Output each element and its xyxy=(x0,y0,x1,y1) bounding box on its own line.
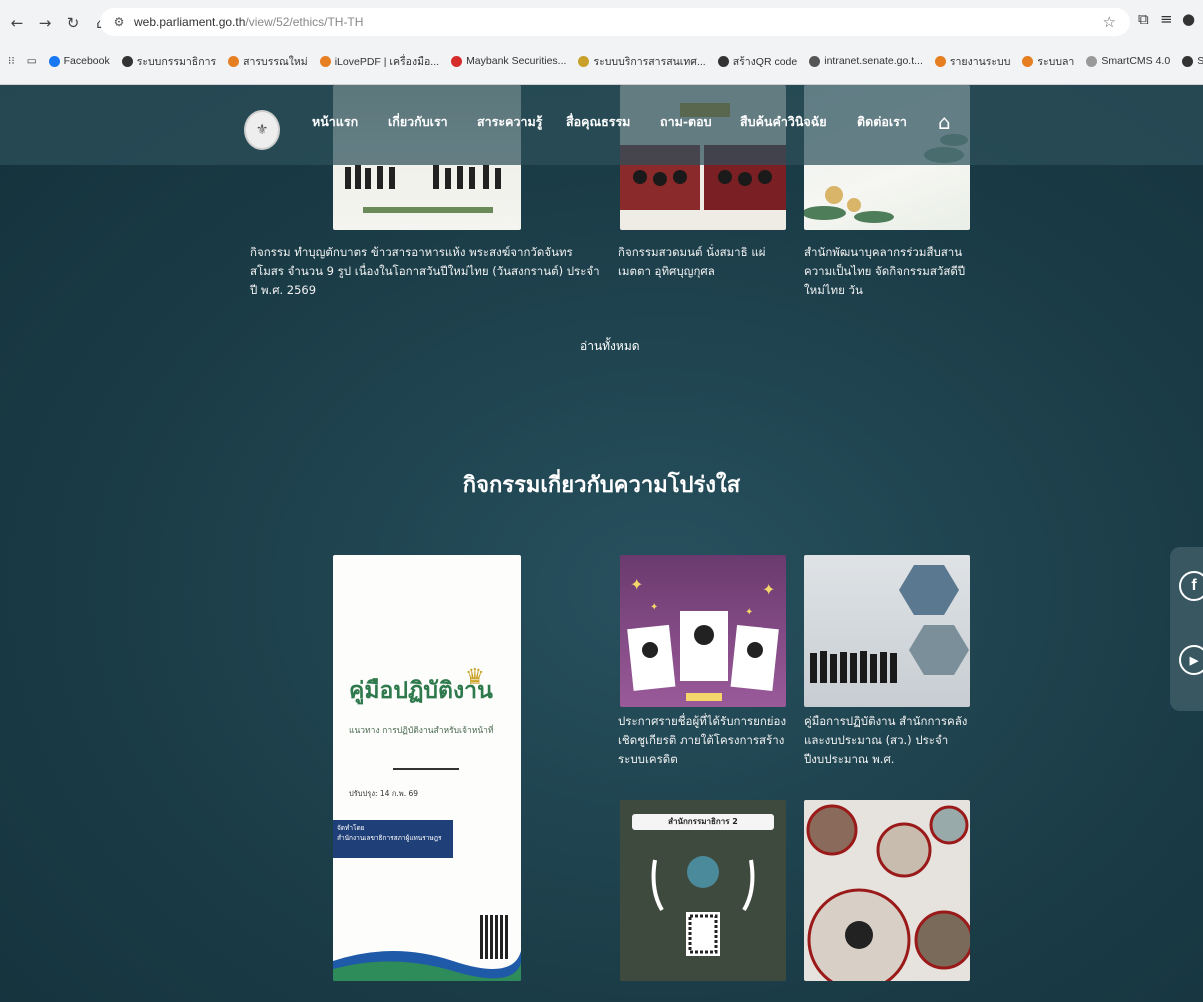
news-caption[interactable]: สำนักพัฒนาบุคลากรร่วมสืบสานความเป็นไทย จ… xyxy=(804,243,984,300)
qr-card-image[interactable]: สำนักกรรมาธิการ 2 xyxy=(620,800,786,981)
profile-icon[interactable]: ● xyxy=(1182,10,1195,28)
bookmark-item[interactable]: intranet.senate.go.t... xyxy=(809,55,923,67)
manual-date: ปรับปรุง: 14 ก.พ. 69 xyxy=(349,789,419,798)
browser-chrome: ← → ↻ ⌂ ⚙ web.parliament.go.th/view/52/e… xyxy=(0,0,1203,85)
collage-card-image[interactable] xyxy=(804,800,970,981)
svg-text:✦: ✦ xyxy=(745,607,753,618)
site-info-icon[interactable]: ⚙ xyxy=(110,13,128,31)
svg-text:✦: ✦ xyxy=(630,575,643,594)
bookmark-favicon-icon xyxy=(809,55,821,67)
bookmark-favicon-icon xyxy=(451,55,463,67)
manual-card[interactable]: ♛ คู่มือปฏิบัติงาน แนวทาง การปฏิบัติงานส… xyxy=(333,555,521,981)
qr-code xyxy=(480,915,510,959)
bookmark-item[interactable]: SmartCMS 4.0 green xyxy=(1182,55,1203,67)
bookmark-label: intranet.senate.go.t... xyxy=(824,55,923,67)
extensions-icon[interactable]: ⧉ xyxy=(1138,10,1149,28)
facebook-icon[interactable]: f xyxy=(1179,571,1203,601)
reading-list-icon[interactable]: ≡ xyxy=(1160,10,1173,28)
bookmark-label: iLovePDF | เครื่องมือ... xyxy=(334,55,440,68)
manual-publisher: จัดทำโดย สำนักงานเลขาธิการสภาผู้แทนราษฎร xyxy=(337,824,442,842)
bookmark-label: ระบบกรรมาธิการ xyxy=(136,55,217,68)
bookmark-item[interactable]: สารบรรณใหม่ xyxy=(228,53,308,70)
section-title: กิจกรรมเกี่ยวกับความโปร่งใส xyxy=(462,473,741,498)
bookmark-label: SmartCMS 4.0 green xyxy=(1197,55,1203,67)
award-caption[interactable]: ประกาศรายชื่อผู้ที่ได้รับการยกย่องเชิดชู… xyxy=(618,712,790,769)
bookmarks-bar: ⁝⁝ ▭ Facebook ระบบกรรมาธิการ สารบรรณใหม่ iL… xyxy=(0,46,1203,76)
bookmark-item[interactable]: Facebook xyxy=(48,55,110,67)
manual-finance-caption[interactable]: คู่มือการปฏิบัติงาน สำนักการคลังและงบประ… xyxy=(804,712,976,769)
bookmark-favicon-icon xyxy=(1086,55,1098,67)
nav-contact[interactable]: ติดต่อเรา xyxy=(857,112,907,132)
toolbar: ← → ↻ ⌂ ⚙ web.parliament.go.th/view/52/e… xyxy=(0,0,1203,46)
bookmark-favicon-icon xyxy=(717,55,729,67)
bookmark-label: รายงานระบบ xyxy=(949,55,1011,68)
bookmark-favicon-icon xyxy=(319,55,331,67)
home-icon[interactable]: ⌂ xyxy=(938,110,951,134)
read-all-link[interactable]: อ่านทั้งหมด xyxy=(580,337,640,356)
bookmark-label: Facebook xyxy=(63,55,110,67)
youtube-icon[interactable]: ▶ xyxy=(1179,645,1203,675)
bookmark-item[interactable]: ระบบกรรมาธิการ xyxy=(121,53,217,70)
news-caption[interactable]: กิจกรรม ทำบุญตักบาตร ข้าวสารอาหารแห้ง พร… xyxy=(250,243,600,300)
manual-subtitle: แนวทาง การปฏิบัติงานสำหรับเจ้าหน้าที่ xyxy=(349,726,494,736)
page-content: ⚜ หน้าแรก เกี่ยวกับเรา สาระความรู้ สื่อค… xyxy=(0,85,1203,1002)
bookmark-item[interactable]: ระบบบริการสารสนเทศ... xyxy=(578,53,706,70)
folder-icon[interactable]: ▭ xyxy=(27,55,37,67)
bookmark-favicon-icon xyxy=(1022,55,1034,67)
bookmark-favicon-icon xyxy=(121,55,133,67)
bookmark-favicon-icon xyxy=(1182,55,1194,67)
manual-title: คู่มือปฏิบัติงาน xyxy=(349,678,493,704)
bookmark-item[interactable]: ระบบลา xyxy=(1022,53,1074,70)
bookmark-item[interactable]: iLovePDF | เครื่องมือ... xyxy=(319,53,440,70)
social-sidebar: f ▶ xyxy=(1170,547,1203,711)
bookmark-star-icon[interactable]: ☆ xyxy=(1103,13,1116,31)
bookmark-item[interactable]: SmartCMS 4.0 xyxy=(1086,55,1170,67)
bookmark-label: สารบรรณใหม่ xyxy=(243,55,308,68)
bookmark-item[interactable]: สร้างQR code xyxy=(717,53,798,70)
bookmark-favicon-icon xyxy=(48,55,60,67)
divider xyxy=(393,768,459,770)
bookmark-item[interactable]: Maybank Securities... xyxy=(451,55,566,67)
site-navbar: ⚜ หน้าแรก เกี่ยวกับเรา สาระความรู้ สื่อค… xyxy=(0,85,1203,165)
nav-home[interactable]: หน้าแรก xyxy=(312,112,358,132)
forward-icon[interactable]: → xyxy=(34,12,56,34)
svg-text:✦: ✦ xyxy=(650,602,658,613)
reload-icon[interactable]: ↻ xyxy=(62,12,84,34)
back-icon[interactable]: ← xyxy=(6,12,28,34)
nav-knowledge[interactable]: สาระความรู้ xyxy=(477,112,542,132)
nav-about[interactable]: เกี่ยวกับเรา xyxy=(388,112,448,132)
apps-icon[interactable]: ⁝⁝ xyxy=(8,55,15,67)
bookmark-label: Maybank Securities... xyxy=(466,55,567,67)
bookmark-label: ระบบบริการสารสนเทศ... xyxy=(593,55,706,68)
bookmark-label: สร้างQR code xyxy=(732,55,798,68)
bookmark-label: SmartCMS 4.0 xyxy=(1101,55,1171,67)
bookmark-favicon-icon xyxy=(228,55,240,67)
nav-faq[interactable]: ถาม-ตอบ xyxy=(660,112,712,132)
nav-rulings[interactable]: สืบค้นคำวินิจฉัย xyxy=(740,112,827,132)
svg-text:✦: ✦ xyxy=(762,580,775,599)
bookmark-favicon-icon xyxy=(934,55,946,67)
group-photo-card-image[interactable] xyxy=(804,555,970,707)
nav-ethics-media[interactable]: สื่อคุณธรรม xyxy=(566,112,630,132)
bookmark-favicon-icon xyxy=(578,55,590,67)
bookmark-item[interactable]: รายงานระบบ xyxy=(934,53,1011,70)
url-text: web.parliament.go.th/view/52/ethics/TH-T… xyxy=(134,15,364,29)
news-caption[interactable]: กิจกรรมสวดมนต์ นั่งสมาธิ แผ่เมตตา อุทิศบ… xyxy=(618,243,790,281)
bookmark-label: ระบบลา xyxy=(1037,55,1075,68)
award-card-image[interactable]: ✦ ✦ ✦ ✦ xyxy=(620,555,786,707)
parliament-logo[interactable]: ⚜ xyxy=(244,110,280,150)
address-bar[interactable]: ⚙ web.parliament.go.th/view/52/ethics/TH… xyxy=(100,8,1130,36)
